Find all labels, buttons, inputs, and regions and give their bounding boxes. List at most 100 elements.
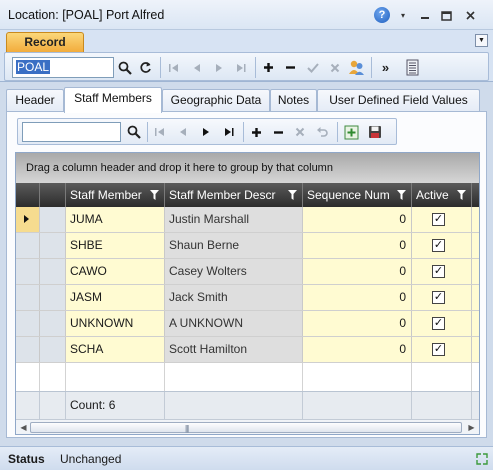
record-search-value: POAL [16, 60, 51, 74]
add-record-icon[interactable] [259, 58, 278, 77]
grid-search-icon[interactable] [125, 123, 143, 141]
search-icon[interactable] [115, 58, 134, 77]
refresh-icon[interactable] [136, 58, 155, 77]
cell-description: Shaun Berne [165, 233, 303, 258]
staff-members-grid: Drag a column header and drop it here to… [15, 152, 480, 435]
cell-staff-member[interactable]: UNKNOWN [66, 311, 165, 336]
grid-previous-icon[interactable] [174, 123, 192, 141]
scrollbar-grip-icon: ||| [185, 424, 189, 433]
filter-icon[interactable] [457, 190, 466, 200]
active-checkbox[interactable]: ✓ [432, 213, 445, 226]
cell-staff-member[interactable]: SCHA [66, 337, 165, 362]
grid-new-row-icon[interactable] [342, 123, 360, 141]
cell-description: A UNKNOWN [165, 311, 303, 336]
row-indicator [16, 259, 40, 284]
tab-staff-members[interactable]: Staff Members [64, 87, 162, 113]
grid-header-row: Staff Member Staff Member Descr Sequence… [16, 183, 479, 207]
column-header-label: Active [416, 188, 449, 202]
table-row[interactable]: SHBE Shaun Berne 0 ✓ [16, 233, 479, 259]
ribbon-tab-record[interactable]: Record [6, 32, 84, 52]
tab-user-defined-field-values[interactable]: User Defined Field Values [317, 89, 480, 112]
filter-icon[interactable] [397, 190, 406, 200]
grid-first-icon[interactable] [151, 123, 169, 141]
scroll-left-icon[interactable]: ◀ [18, 422, 29, 433]
filter-icon[interactable] [288, 190, 297, 200]
users-icon[interactable] [347, 58, 366, 77]
cell-sequence[interactable]: 0 [303, 207, 412, 232]
active-checkbox[interactable]: ✓ [432, 343, 445, 356]
resize-grip-icon[interactable] [475, 452, 489, 466]
cell-sequence[interactable]: 0 [303, 259, 412, 284]
active-checkbox[interactable]: ✓ [432, 265, 445, 278]
group-by-panel[interactable]: Drag a column header and drop it here to… [16, 153, 479, 183]
column-header-sequence-number[interactable]: Sequence Num [303, 183, 412, 207]
help-icon[interactable]: ? [374, 7, 390, 23]
tab-notes[interactable]: Notes [270, 89, 317, 112]
active-checkbox[interactable]: ✓ [432, 317, 445, 330]
column-header-staff-member[interactable]: Staff Member [66, 183, 165, 207]
cell-description: Justin Marshall [165, 207, 303, 232]
tab-header[interactable]: Header [6, 89, 64, 112]
cell-staff-member[interactable]: JUMA [66, 207, 165, 232]
minimize-icon[interactable] [417, 7, 433, 23]
filter-icon[interactable] [150, 190, 159, 200]
delete-record-icon[interactable] [281, 58, 300, 77]
status-value: Unchanged [60, 452, 122, 466]
cell-staff-member[interactable]: CAWO [66, 259, 165, 284]
column-header-active[interactable]: Active [412, 183, 472, 207]
table-row[interactable]: JUMA Justin Marshall 0 ✓ [16, 207, 479, 233]
scroll-right-icon[interactable]: ▶ [466, 422, 477, 433]
grid-summary-row: Count: 6 [16, 391, 479, 419]
scrollbar-thumb[interactable]: ||| [30, 422, 462, 433]
cell-description: Jack Smith [165, 285, 303, 310]
table-row[interactable]: SCHA Scott Hamilton 0 ✓ [16, 337, 479, 363]
cell-description: Casey Wolters [165, 259, 303, 284]
horizontal-scrollbar[interactable]: ◀ ||| ▶ [16, 419, 479, 434]
restore-icon[interactable] [438, 7, 454, 23]
last-record-icon[interactable] [231, 58, 250, 77]
status-label: Status [8, 452, 45, 466]
tab-geographic-data[interactable]: Geographic Data [162, 89, 270, 112]
grid-cancel-icon[interactable] [291, 123, 309, 141]
document-icon[interactable] [403, 58, 422, 77]
table-row[interactable]: CAWO Casey Wolters 0 ✓ [16, 259, 479, 285]
cell-sequence[interactable]: 0 [303, 337, 412, 362]
cell-active: ✓ [412, 337, 472, 362]
row-indicator [16, 285, 40, 310]
table-row[interactable]: UNKNOWN A UNKNOWN 0 ✓ [16, 311, 479, 337]
grid-undo-icon[interactable] [313, 123, 331, 141]
grid-empty-area [16, 363, 479, 391]
grid-next-icon[interactable] [197, 123, 215, 141]
grid-save-icon[interactable] [366, 123, 384, 141]
grid-search-input[interactable] [22, 122, 121, 142]
row-count: Count: 6 [66, 392, 165, 419]
cell-sequence[interactable]: 0 [303, 233, 412, 258]
cancel-icon[interactable] [325, 58, 344, 77]
ribbon-collapse-icon[interactable]: ▼ [475, 34, 488, 47]
grid-last-icon[interactable] [220, 123, 238, 141]
cell-staff-member[interactable]: JASM [66, 285, 165, 310]
close-icon[interactable] [462, 7, 478, 23]
column-header-staff-member-description[interactable]: Staff Member Descr [165, 183, 303, 207]
active-checkbox[interactable]: ✓ [432, 239, 445, 252]
next-record-icon[interactable] [209, 58, 228, 77]
header-indicator-cell [16, 183, 40, 207]
grid-toolbar [17, 118, 397, 145]
help-dropdown-icon[interactable]: ▾ [395, 7, 411, 23]
save-check-icon[interactable] [303, 58, 322, 77]
previous-record-icon[interactable] [187, 58, 206, 77]
staff-members-panel: Drag a column header and drop it here to… [6, 111, 487, 438]
grid-delete-icon[interactable] [269, 123, 287, 141]
cell-sequence[interactable]: 0 [303, 311, 412, 336]
active-checkbox[interactable]: ✓ [432, 291, 445, 304]
cell-active: ✓ [412, 285, 472, 310]
cell-staff-member[interactable]: SHBE [66, 233, 165, 258]
cell-sequence[interactable]: 0 [303, 285, 412, 310]
record-search-input[interactable]: POAL [12, 57, 114, 78]
title-bar: Location: [POAL] Port Alfred ? ▾ [0, 0, 493, 30]
first-record-icon[interactable] [164, 58, 183, 77]
main-tabstrip: Header Staff Members Geographic Data Not… [6, 87, 487, 113]
grid-add-icon[interactable] [247, 123, 265, 141]
more-commands-icon[interactable]: » [376, 58, 395, 77]
table-row[interactable]: JASM Jack Smith 0 ✓ [16, 285, 479, 311]
